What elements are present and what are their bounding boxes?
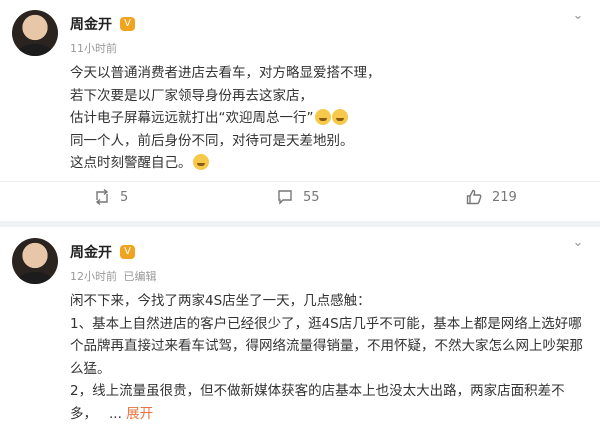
repost-button[interactable]: 5	[94, 188, 128, 206]
post-text: 今天以普通消费者进店去看车，对方略显爱搭不理， 若下次要是以厂家领导身份再去这家…	[70, 62, 590, 175]
laugh-emoji-icon	[331, 109, 348, 125]
post-text: 闲不下来，今找了两家4S店坐了一天，几点感触： 1、基本上自然进店的客户已经很少…	[70, 290, 592, 425]
chevron-down-icon[interactable]: ⌄	[570, 8, 586, 24]
ellipsis: ...	[109, 405, 122, 422]
text-line: 今天以普通消费者进店去看车，对方略显爱搭不理，	[70, 65, 381, 81]
text-line: 若下次要是以厂家领导身份再去这家店，	[70, 87, 313, 104]
laugh-emoji-icon	[314, 109, 331, 125]
like-button[interactable]: 219	[466, 188, 517, 206]
edited-label[interactable]: 已编辑	[124, 270, 157, 283]
comment-button[interactable]: 55	[277, 188, 320, 206]
thinking-emoji-icon	[192, 154, 209, 170]
text-line: 这点时刻警醒自己。	[70, 155, 192, 171]
vip-badge-icon: V	[120, 245, 135, 259]
comment-count: 55	[303, 189, 320, 205]
repost-icon	[95, 189, 109, 205]
author-name[interactable]: 周金开	[70, 14, 112, 34]
post-card: 周金开 V 12小时前 已编辑 ⌄ 闲不下来，今找了两家4S店坐了一天，几点感触…	[0, 227, 600, 427]
text-paragraph: 闲不下来，今找了两家4S店坐了一天，几点感触：	[70, 293, 371, 309]
avatar[interactable]	[12, 238, 58, 284]
author-name[interactable]: 周金开	[70, 242, 112, 262]
post-meta: 12小时前 已编辑	[70, 268, 157, 284]
text-line: 同一个人，前后身份不同，对待可是天差地别。	[70, 132, 354, 149]
expand-link[interactable]: 展开	[126, 406, 153, 422]
action-bar: 5 55 219	[0, 181, 600, 212]
avatar[interactable]	[12, 10, 58, 56]
like-icon	[466, 189, 482, 205]
text-paragraph: 1、基本上自然进店的客户已经很少了，逛4S店几乎不可能，基本上都是网络上选好哪个…	[70, 315, 583, 377]
post-time[interactable]: 12小时前	[70, 270, 117, 283]
like-count: 219	[492, 189, 517, 205]
repost-count: 5	[120, 189, 129, 205]
text-line: 估计电子屏幕远远就打出“欢迎周总一行”	[70, 110, 314, 126]
post-card: 周金开 V 11小时前 ⌄ 今天以普通消费者进店去看车，对方略显爱搭不理， 若下…	[0, 0, 600, 221]
comment-icon	[278, 190, 292, 205]
vip-badge-icon: V	[120, 17, 135, 31]
chevron-down-icon[interactable]: ⌄	[570, 235, 586, 251]
post-time[interactable]: 11小时前	[70, 40, 117, 56]
